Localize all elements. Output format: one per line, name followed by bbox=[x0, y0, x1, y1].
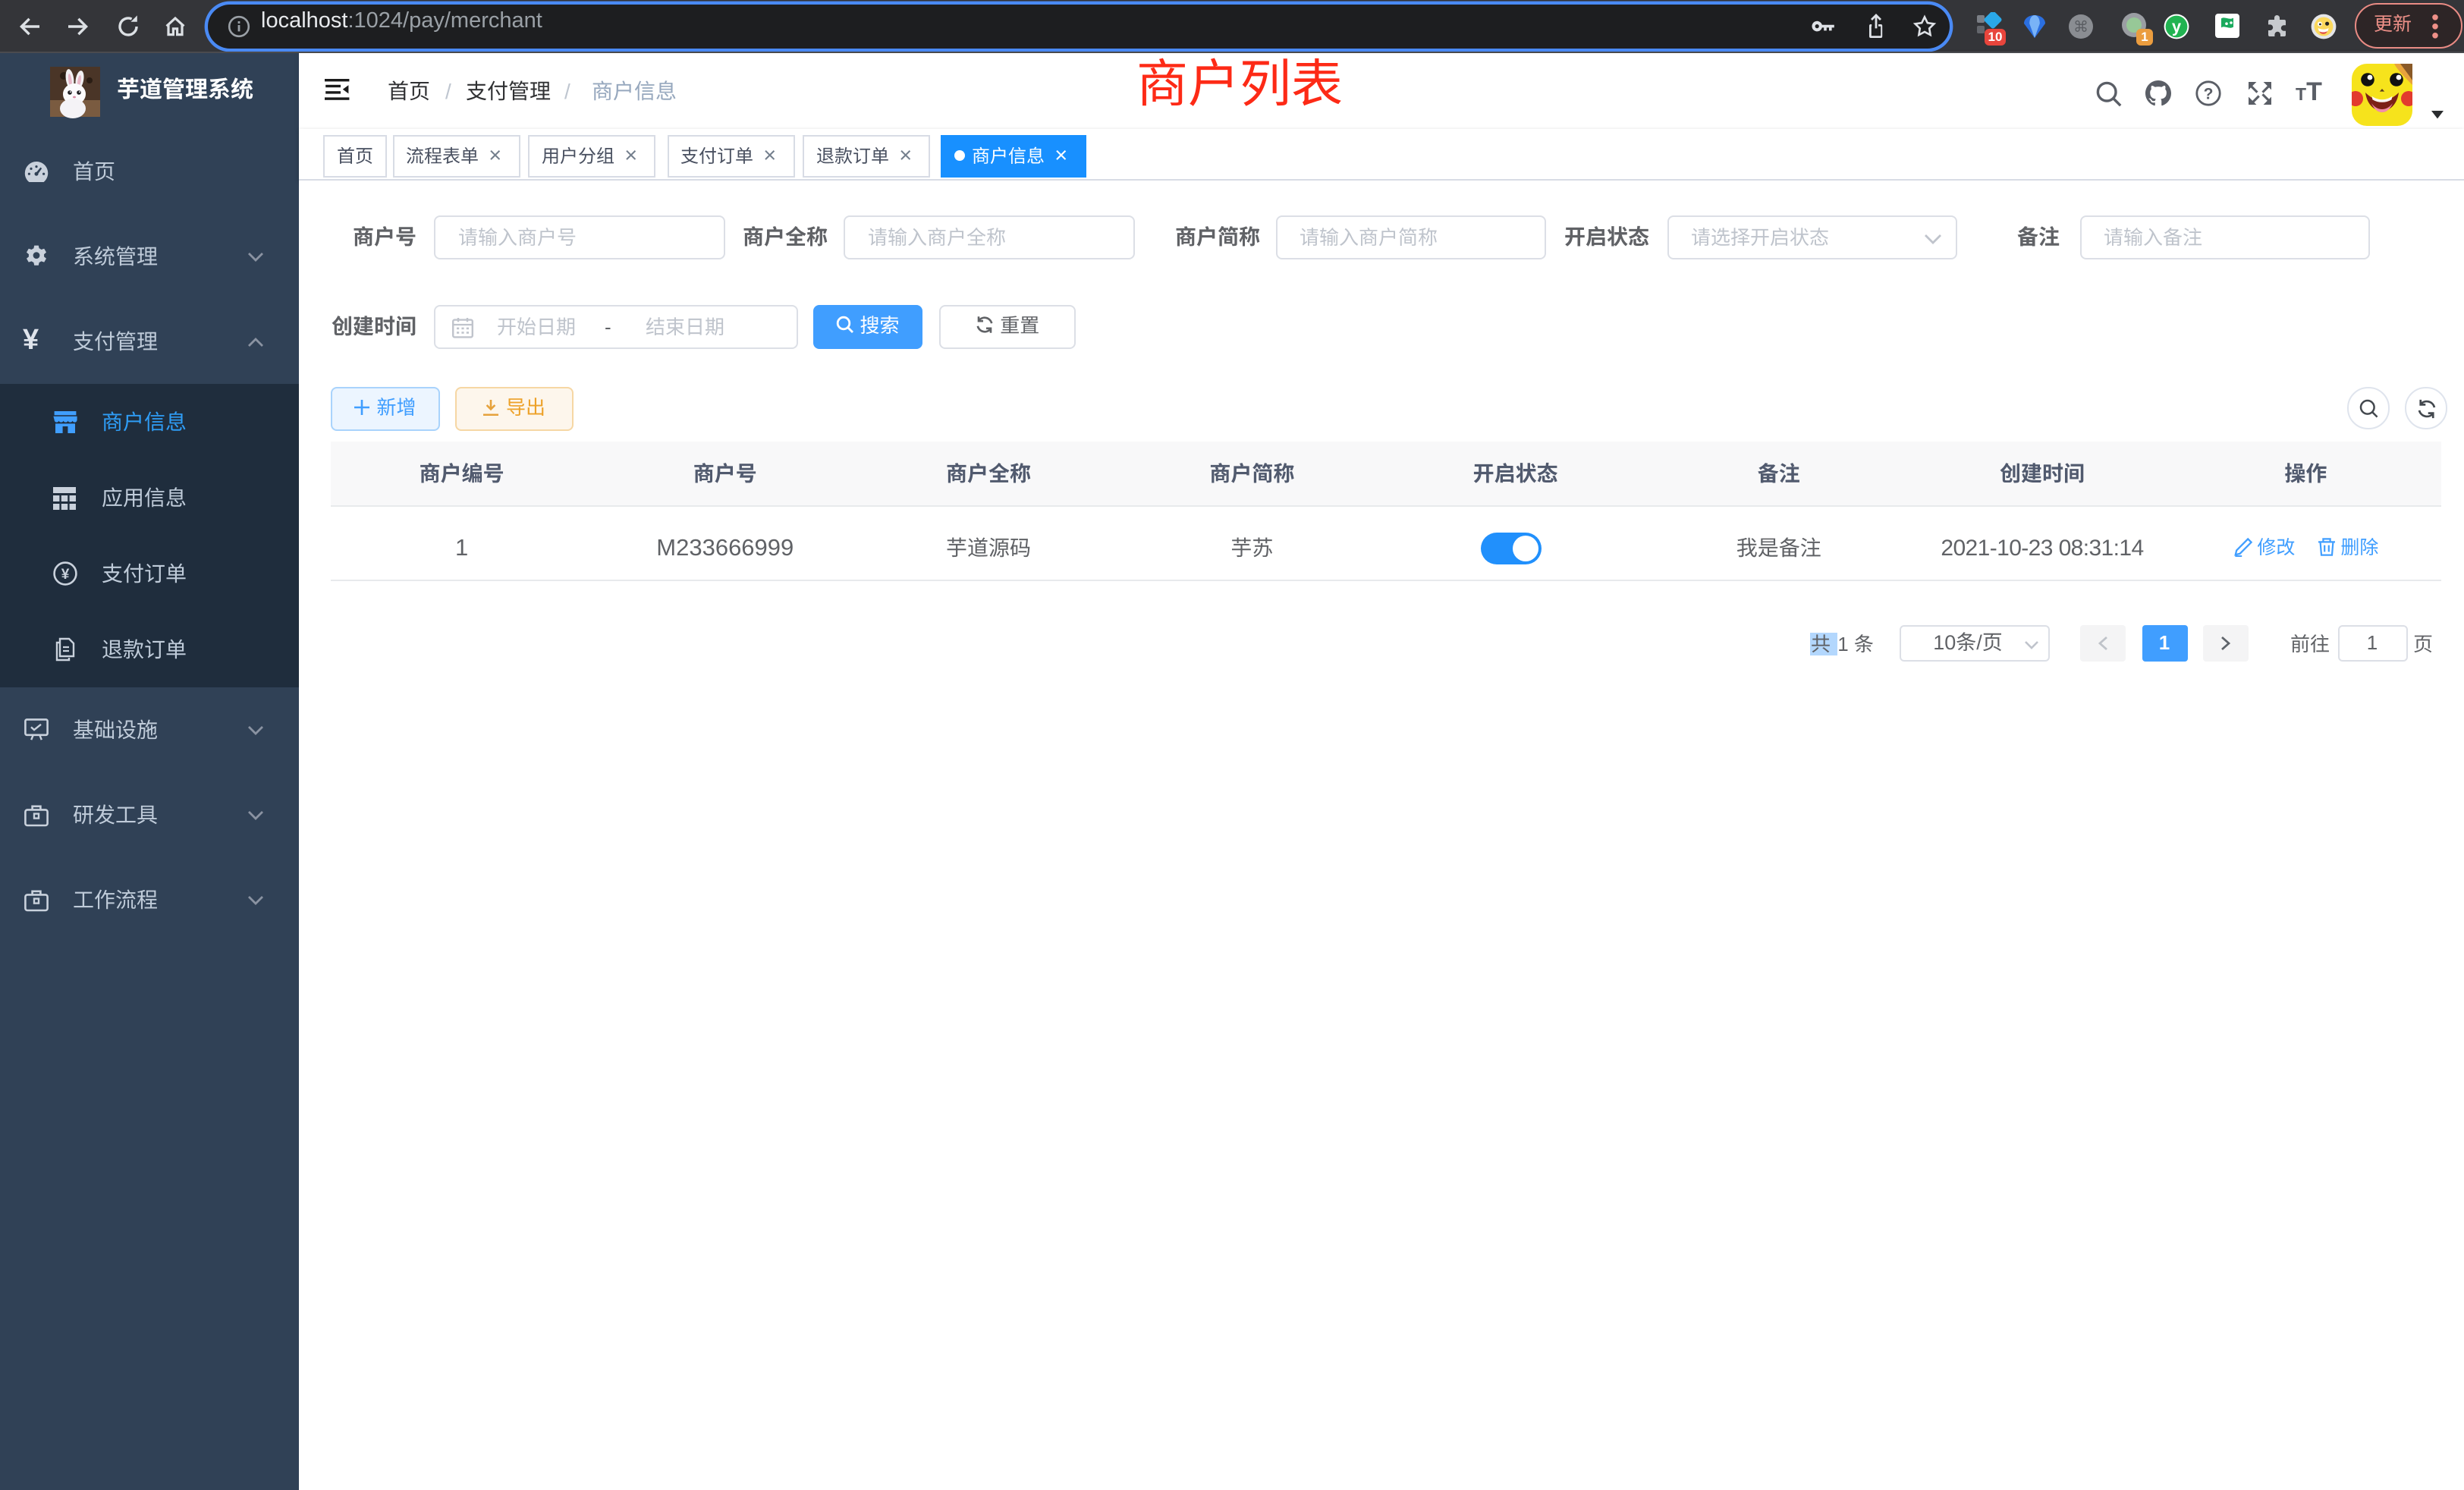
svg-text:?: ? bbox=[2204, 86, 2214, 103]
svg-text:y: y bbox=[2172, 17, 2182, 36]
svg-text:¥: ¥ bbox=[61, 567, 70, 583]
svg-text:⌘: ⌘ bbox=[2073, 19, 2088, 36]
